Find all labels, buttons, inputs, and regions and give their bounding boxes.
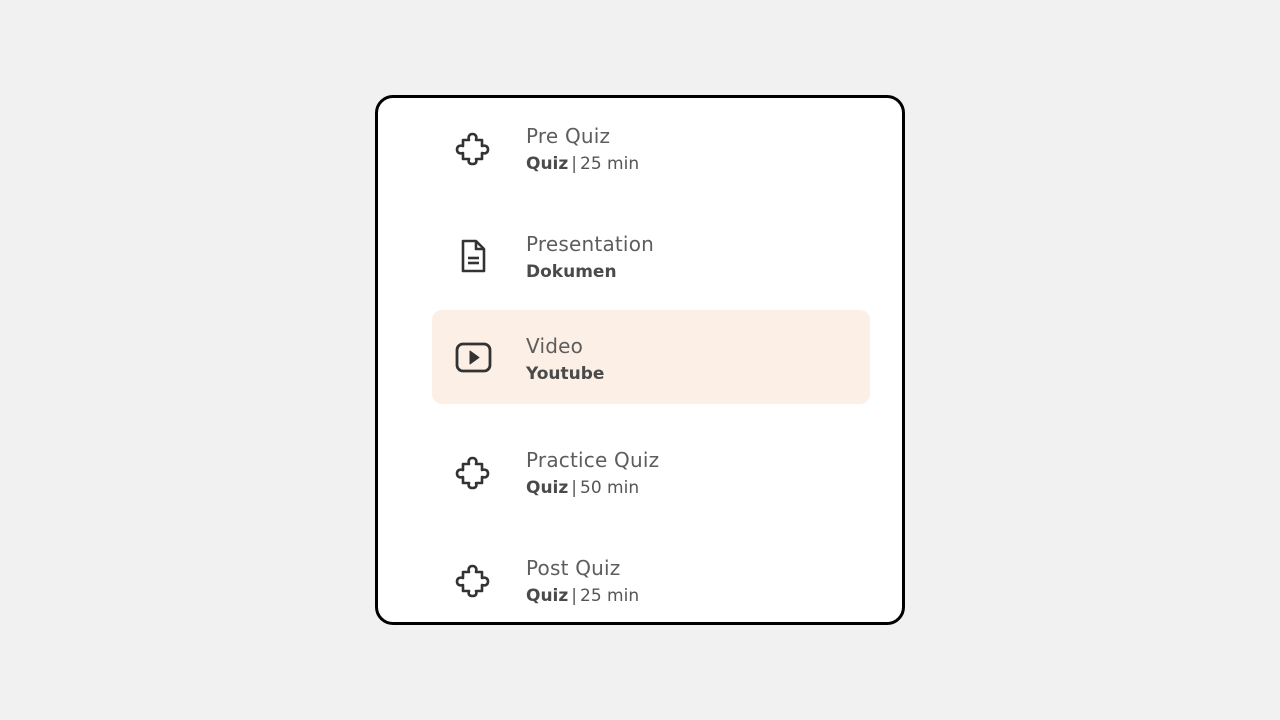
document-icon bbox=[453, 236, 493, 276]
lesson-meta: Quiz | 50 min bbox=[526, 478, 639, 498]
lesson-title: Pre Quiz bbox=[526, 124, 611, 148]
lesson-meta: Quiz | 25 min bbox=[526, 586, 639, 606]
lesson-item-practice-quiz[interactable]: Practice Quiz Quiz | 50 min bbox=[432, 424, 870, 518]
meta-separator: | bbox=[571, 478, 578, 498]
lesson-meta: Dokumen bbox=[526, 262, 617, 282]
lesson-duration: 50 min bbox=[580, 478, 640, 498]
puzzle-icon bbox=[453, 128, 493, 168]
lesson-duration: 25 min bbox=[580, 154, 640, 174]
lesson-title: Post Quiz bbox=[526, 556, 621, 580]
lesson-meta: Quiz | 25 min bbox=[526, 154, 639, 174]
lesson-duration: 25 min bbox=[580, 586, 640, 606]
lesson-list: Pre Quiz Quiz | 25 min Presentation Dokume… bbox=[432, 98, 870, 622]
lesson-type: Youtube bbox=[526, 364, 605, 384]
lesson-title: Practice Quiz bbox=[526, 448, 660, 472]
lesson-type: Quiz bbox=[526, 154, 569, 174]
lesson-list-panel: Pre Quiz Quiz | 25 min Presentation Dokume… bbox=[375, 95, 905, 625]
lesson-item-video[interactable]: Video Youtube bbox=[432, 310, 870, 404]
lesson-type: Quiz bbox=[526, 478, 569, 498]
lesson-title: Video bbox=[526, 334, 584, 358]
puzzle-icon bbox=[453, 452, 493, 492]
lesson-type: Quiz bbox=[526, 586, 569, 606]
play-icon bbox=[453, 337, 493, 377]
lesson-meta: Youtube bbox=[526, 364, 604, 384]
lesson-item-pre-quiz[interactable]: Pre Quiz Quiz | 25 min bbox=[432, 100, 870, 194]
meta-separator: | bbox=[571, 154, 578, 174]
meta-separator: | bbox=[571, 586, 578, 606]
puzzle-icon bbox=[453, 560, 493, 600]
lesson-type: Dokumen bbox=[526, 262, 617, 282]
lesson-title: Presentation bbox=[526, 232, 655, 256]
lesson-item-presentation[interactable]: Presentation Dokumen bbox=[432, 208, 870, 302]
lesson-item-post-quiz[interactable]: Post Quiz Quiz | 25 min bbox=[432, 532, 870, 622]
